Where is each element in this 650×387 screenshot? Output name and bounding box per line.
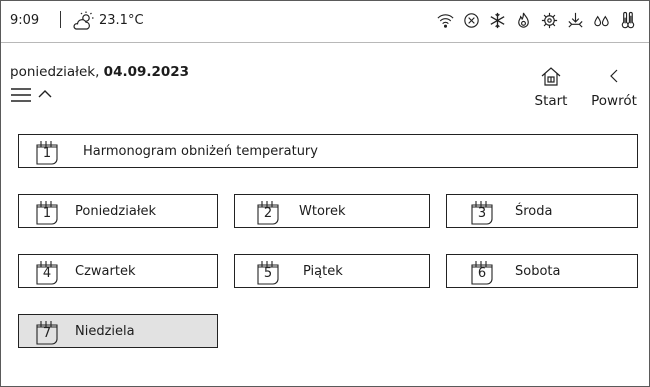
snowflake-icon xyxy=(488,9,507,31)
day-label: Piątek xyxy=(303,264,343,279)
home-icon xyxy=(541,67,561,86)
flame-icon xyxy=(514,9,533,31)
day-label: Wtorek xyxy=(299,204,346,219)
start-label: Start xyxy=(534,93,568,109)
day-label: Środa xyxy=(515,204,553,219)
valve-icon xyxy=(566,9,585,31)
status-bar: 9:09 23.1°C xyxy=(1,1,649,43)
schedule-label: Harmonogram obniżeń temperatury xyxy=(83,144,318,159)
calendar-icon: 7 xyxy=(34,319,60,345)
menu-button[interactable] xyxy=(10,86,32,104)
chevron-up-icon xyxy=(38,90,52,98)
calendar-icon: 2 xyxy=(255,199,281,225)
day-number: 6 xyxy=(477,266,487,281)
calendar-icon: 1 xyxy=(34,199,60,225)
thermometer-icon xyxy=(618,9,637,31)
calendar-icon: 1 xyxy=(34,139,60,165)
chevron-left-icon xyxy=(610,69,618,83)
day-number: 2 xyxy=(263,206,273,221)
day-tile-sunday[interactable]: 7 Niedziela xyxy=(18,314,218,348)
schedule-number: 1 xyxy=(42,146,52,161)
error-icon xyxy=(462,9,481,31)
back-button[interactable]: Powrót xyxy=(585,65,643,109)
schedule-tile[interactable]: 1 Harmonogram obniżeń temperatury xyxy=(18,134,638,168)
calendar-icon: 6 xyxy=(469,259,495,285)
day-tile-saturday[interactable]: 6 Sobota xyxy=(446,254,638,288)
day-label: Czwartek xyxy=(75,264,136,279)
weekday: poniedziałek, xyxy=(10,64,100,80)
day-label: Poniedziałek xyxy=(75,204,157,219)
outdoor-temperature: 23.1°C xyxy=(99,13,144,28)
day-number: 7 xyxy=(42,326,52,341)
calendar-icon: 5 xyxy=(255,259,281,285)
day-number: 1 xyxy=(42,206,52,221)
start-button[interactable]: Start xyxy=(529,65,573,109)
divider xyxy=(60,11,61,28)
day-label: Sobota xyxy=(515,264,561,279)
calendar-icon: 4 xyxy=(34,259,60,285)
day-tile-thursday[interactable]: 4 Czwartek xyxy=(18,254,218,288)
sun-cloud-icon xyxy=(73,10,95,32)
day-tile-tuesday[interactable]: 2 Wtorek xyxy=(234,194,430,228)
water-drops-icon xyxy=(592,9,611,31)
date-value: 04.09.2023 xyxy=(103,64,190,80)
status-icons xyxy=(436,9,637,31)
current-date: poniedziałek, 04.09.2023 xyxy=(10,64,189,80)
collapse-button[interactable] xyxy=(37,86,53,102)
day-label: Niedziela xyxy=(75,324,135,339)
day-tile-monday[interactable]: 1 Poniedziałek xyxy=(18,194,218,228)
screen-frame: 9:09 23.1°C poniedziałek, 04.09.2023 Sta… xyxy=(0,0,650,387)
day-tile-friday[interactable]: 5 Piątek xyxy=(234,254,430,288)
calendar-icon: 3 xyxy=(469,199,495,225)
day-tile-wednesday[interactable]: 3 Środa xyxy=(446,194,638,228)
day-number: 3 xyxy=(477,206,487,221)
hamburger-icon xyxy=(11,88,31,102)
day-number: 5 xyxy=(263,266,273,281)
day-number: 4 xyxy=(42,266,52,281)
clock: 9:09 xyxy=(10,13,40,28)
wifi-icon xyxy=(436,9,455,31)
back-label: Powrót xyxy=(591,93,637,109)
gear-warning-icon xyxy=(540,9,559,31)
